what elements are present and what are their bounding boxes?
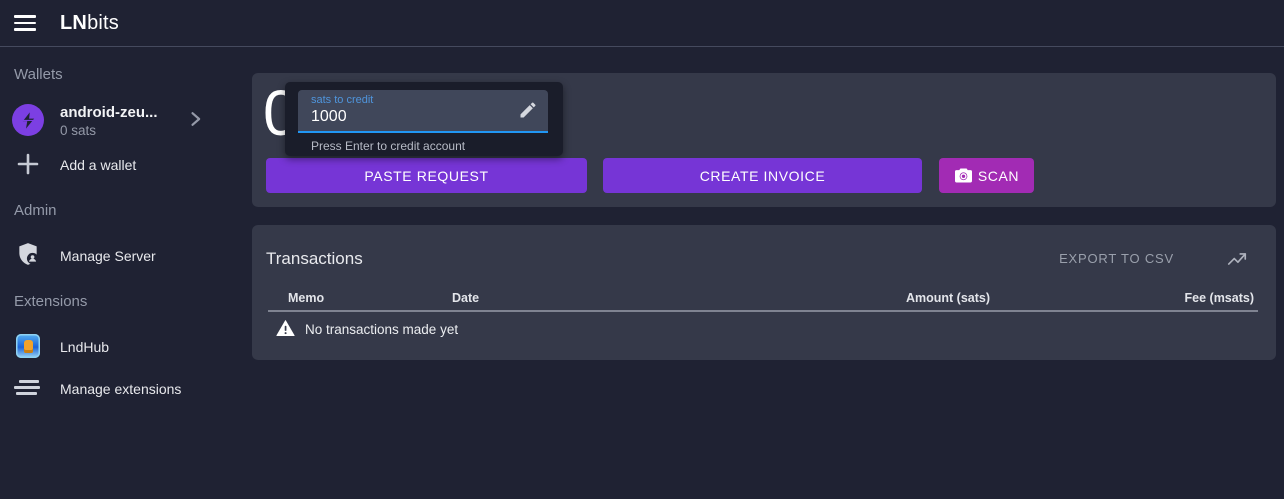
sats-to-credit-input[interactable]: sats to credit 1000 [298,90,548,133]
transactions-title: Transactions [266,249,363,269]
wallet-name: android-zeu... [60,104,158,121]
manage-extensions-label: Manage extensions [60,381,181,397]
chevron-right-icon[interactable] [185,109,205,129]
menu-icon[interactable] [13,14,37,32]
column-header-memo: Memo [288,291,324,305]
credit-hint: Press Enter to credit account [311,139,465,153]
column-header-amount: Amount (sats) [906,291,990,305]
scan-button[interactable]: SCAN [939,158,1034,193]
credit-tooltip: sats to credit 1000 Press Enter to credi… [285,82,563,156]
column-header-date: Date [452,291,479,305]
warning-icon [276,319,295,338]
empty-transactions-message: No transactions made yet [305,322,458,337]
lightning-bolt-icon [21,112,36,129]
credit-input-value: 1000 [311,108,347,126]
column-header-fee: Fee (msats) [1185,291,1254,305]
wallets-section-label: Wallets [14,66,63,83]
extensions-lines-icon [14,375,42,408]
wallet-balance: 0 sats [60,123,96,138]
manage-server-label: Manage Server [60,248,156,264]
plus-icon [14,150,42,178]
export-csv-button[interactable]: EXPORT TO CSV [1055,249,1178,268]
transactions-card: Transactions EXPORT TO CSV Memo Date Amo… [252,225,1276,360]
brand-rest: bits [87,12,119,34]
sidebar: Wallets android-zeu... 0 sats Add a wall… [0,47,252,499]
app-logo[interactable]: LNbits [60,0,119,46]
chart-icon[interactable] [1226,248,1248,270]
brand-bold: LN [60,12,87,34]
add-wallet-label: Add a wallet [60,157,136,173]
wallet-avatar [12,104,44,136]
edit-icon[interactable] [518,100,538,120]
camera-icon [954,167,973,184]
wallet-card: 0 sats to credit 1000 Press Enter to cre… [252,73,1276,207]
table-header-divider [268,310,1258,312]
admin-section-label: Admin [14,202,57,219]
scan-button-label: SCAN [978,168,1019,184]
shield-admin-icon [14,240,42,268]
lndhub-extension-icon [16,334,40,358]
create-invoice-button[interactable]: CREATE INVOICE [603,158,922,193]
paste-request-button[interactable]: PASTE REQUEST [266,158,587,193]
extensions-section-label: Extensions [14,293,87,310]
credit-input-label: sats to credit [311,94,373,106]
topbar: LNbits [0,0,1284,47]
lndhub-label: LndHub [60,339,109,355]
